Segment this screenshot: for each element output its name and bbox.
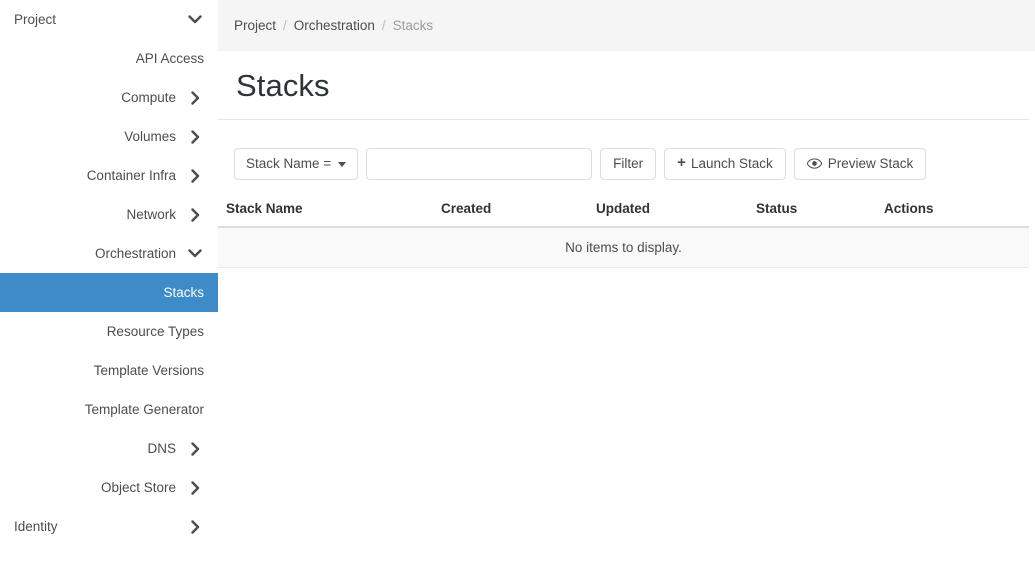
column-header-status[interactable]: Status — [756, 192, 884, 228]
sidebar-item-network[interactable]: Network — [0, 195, 218, 234]
breadcrumb-item-project[interactable]: Project — [234, 18, 276, 33]
sidebar-item-label: Template Generator — [84, 401, 204, 417]
sidebar-item-label: Identity — [14, 518, 58, 534]
table-header-row: Stack Name Created Updated Status Action… — [218, 192, 1029, 228]
sidebar-navigation: Project API Access Compute Volumes Container… — [0, 0, 218, 568]
search-input[interactable] — [366, 147, 593, 180]
breadcrumb-item-orchestration[interactable]: Orchestration — [294, 18, 375, 33]
sidebar-item-identity[interactable]: Identity — [0, 507, 218, 546]
sidebar-item-container-infra[interactable]: Container Infra — [0, 156, 218, 195]
chevron-right-icon — [186, 518, 204, 536]
table-empty-row: No items to display. — [218, 226, 1029, 268]
sidebar-item-object-store[interactable]: Object Store — [0, 468, 218, 507]
table-header: Stack Name Created Updated Status Action… — [218, 192, 1029, 228]
filter-type-label: Stack Name = — [246, 156, 332, 172]
sidebar-item-label: Container Infra — [86, 167, 176, 183]
filter-type-dropdown[interactable]: Stack Name = — [234, 147, 359, 180]
horizon-dashboard: Project API Access Compute Volumes Container… — [0, 0, 1035, 568]
caret-down-icon — [338, 162, 347, 168]
page-title: Stacks — [236, 68, 330, 103]
chevron-right-icon — [186, 167, 204, 185]
sidebar-item-label: Volumes — [124, 128, 176, 144]
table-toolbar: Stack Name = Filter + Launch Stack Previ — [218, 143, 1035, 185]
chevron-down-icon — [186, 11, 204, 29]
main-content: Project / Orchestration / Stacks Stacks … — [218, 0, 1035, 568]
sidebar-item-dns[interactable]: DNS — [0, 429, 218, 468]
column-header-updated[interactable]: Updated — [596, 192, 756, 228]
breadcrumb-separator: / — [381, 18, 386, 33]
preview-stack-label: Preview Stack — [827, 156, 914, 172]
sidebar-item-label: Project — [14, 11, 57, 27]
column-header-stack-name[interactable]: Stack Name — [218, 192, 441, 228]
column-header-created[interactable]: Created — [441, 192, 596, 228]
breadcrumb: Project / Orchestration / Stacks — [218, 0, 1035, 51]
sidebar-item-label: API Access — [135, 50, 204, 66]
chevron-right-icon — [186, 128, 204, 146]
chevron-right-icon — [186, 206, 204, 224]
sidebar-item-label: Object Store — [100, 479, 176, 495]
filter-button-label: Filter — [613, 156, 644, 172]
sidebar-item-label: Orchestration — [94, 245, 176, 261]
filter-button[interactable]: Filter — [600, 147, 657, 180]
sidebar-item-orchestration[interactable]: Orchestration — [0, 234, 218, 273]
chevron-right-icon — [186, 479, 204, 497]
sidebar-item-template-generator[interactable]: Template Generator — [0, 390, 218, 429]
sidebar-item-volumes[interactable]: Volumes — [0, 117, 218, 156]
table-body: No items to display. — [218, 226, 1029, 268]
preview-stack-button[interactable]: Preview Stack — [793, 147, 927, 180]
sidebar-item-api-access[interactable]: API Access — [0, 39, 218, 78]
sidebar-item-label: Resource Types — [106, 323, 204, 339]
chevron-down-icon — [186, 245, 204, 263]
sidebar-item-resource-types[interactable]: Resource Types — [0, 312, 218, 351]
sidebar-item-label: Template Versions — [93, 362, 204, 378]
sidebar-item-label: DNS — [147, 440, 176, 456]
launch-stack-label: Launch Stack — [690, 156, 773, 172]
sidebar-item-label: Network — [126, 206, 176, 222]
launch-stack-button[interactable]: + Launch Stack — [664, 147, 786, 180]
page-header: Stacks — [218, 51, 1029, 120]
sidebar-item-stacks[interactable]: Stacks — [0, 273, 218, 312]
sidebar-item-label: Stacks — [163, 284, 204, 300]
column-header-actions: Actions — [884, 192, 1029, 228]
breadcrumb-item-stacks: Stacks — [392, 18, 434, 33]
breadcrumb-separator: / — [283, 18, 287, 33]
eye-icon — [806, 158, 822, 169]
sidebar-item-project[interactable]: Project — [0, 0, 218, 39]
sidebar-item-compute[interactable]: Compute — [0, 78, 218, 117]
sidebar-item-template-versions[interactable]: Template Versions — [0, 351, 218, 390]
stacks-table: Stack Name Created Updated Status Action… — [218, 192, 1029, 268]
chevron-right-icon — [186, 89, 204, 107]
plus-icon: + — [677, 154, 686, 172]
sidebar-item-label: Compute — [121, 89, 176, 105]
chevron-right-icon — [186, 440, 204, 458]
empty-message: No items to display. — [218, 226, 1029, 268]
